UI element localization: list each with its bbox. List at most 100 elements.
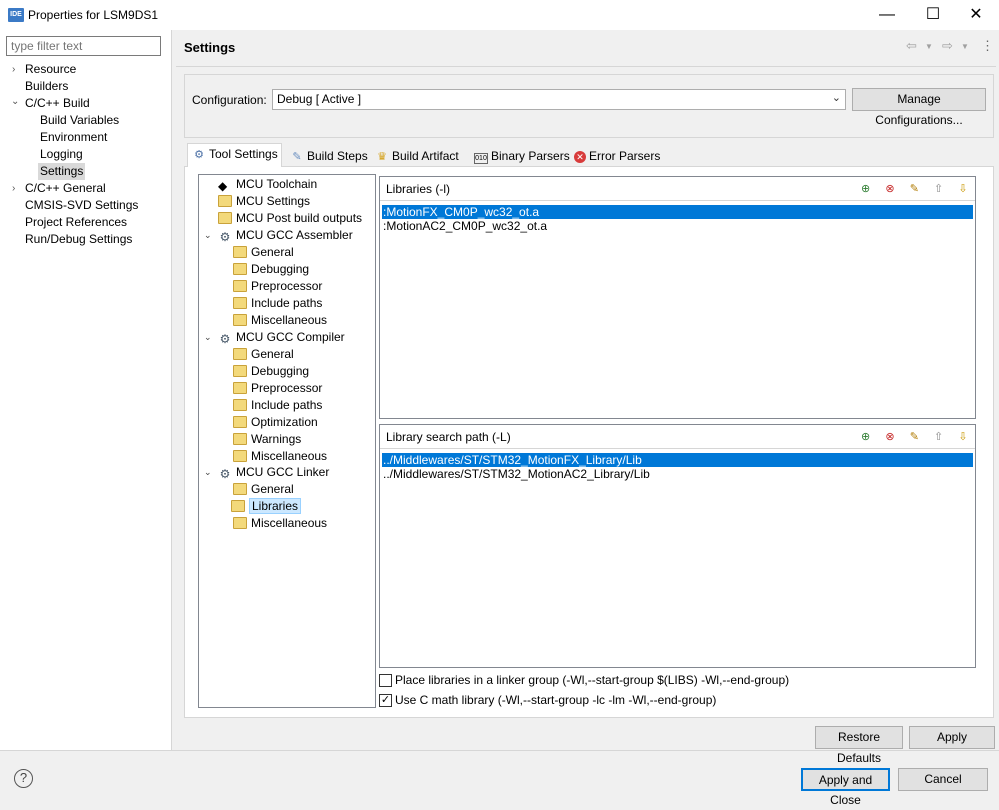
tree-item-compiler-optimization[interactable]: Optimization [233,414,318,431]
nav-item-project-references[interactable]: Project References [25,214,127,231]
tree-item-assembler-miscellaneous[interactable]: Miscellaneous [233,312,327,329]
tree-label: General [251,245,294,259]
tree-label: Libraries [249,498,302,514]
nav-item-build-variables[interactable]: Build Variables [40,112,119,129]
filter-input[interactable] [6,36,161,56]
expand-arrow-icon[interactable]: › [12,61,15,78]
nav-item-environment[interactable]: Environment [40,129,107,146]
nav-item-logging[interactable]: Logging [40,146,83,163]
tab-label: Build Artifact [392,149,459,163]
folder-icon [233,348,247,360]
c-math-checkbox[interactable]: ✓ [379,694,392,707]
tree-item-compiler-debugging[interactable]: Debugging [233,363,309,380]
edit-icon[interactable]: ✎ [906,429,922,445]
c-math-label: Use C math library (-Wl,--start-group -l… [395,693,717,707]
binary-parsers-icon: 010 [474,153,488,164]
cancel-button[interactable]: Cancel [898,768,988,791]
list-item[interactable]: :MotionAC2_CM0P_wc32_ot.a [382,219,973,233]
tree-label: General [251,482,294,496]
apply-and-close-button[interactable]: Apply and Close [801,768,890,807]
nav-item-cmsis-svd[interactable]: CMSIS-SVD Settings [25,197,138,214]
forward-icon[interactable]: ⇨ [942,38,953,54]
list-item[interactable]: ../Middlewares/ST/STM32_MotionAC2_Librar… [382,467,973,481]
close-button[interactable]: ✕ [953,0,999,30]
move-down-icon[interactable]: ⇩ [955,181,971,197]
build-steps-icon: ✎ [292,151,302,163]
restore-defaults-button[interactable]: Restore Defaults [815,726,903,765]
gear-icon: ⚙ [219,332,231,346]
tree-item-mcu-post-build[interactable]: MCU Post build outputs [218,210,362,227]
view-menu-icon[interactable]: ⋮ [981,38,994,54]
tree-label: Warnings [251,432,302,446]
nav-item-cpp-build[interactable]: C/C++ Build [25,95,90,112]
collapse-arrow-icon[interactable]: ⌄ [204,329,212,346]
move-down-icon[interactable]: ⇩ [955,429,971,445]
tab-tool-settings[interactable]: ⚙ Tool Settings [187,143,282,167]
nav-item-resource[interactable]: Resource [25,61,76,78]
tab-label: Tool Settings [209,147,278,161]
tree-item-assembler-include-paths[interactable]: Include paths [233,295,322,312]
collapse-arrow-icon[interactable]: ⌄ [11,93,19,110]
tree-label: Miscellaneous [251,313,328,327]
tree-item-mcu-gcc-compiler[interactable]: ⚙ MCU GCC Compiler [218,329,345,346]
nav-item-settings[interactable]: Settings [38,163,86,180]
list-item[interactable]: :MotionFX_CM0P_wc32_ot.a [382,205,973,219]
header-divider [176,66,996,67]
configuration-select[interactable]: Debug [ Active ] ⌄ [272,89,846,110]
tree-item-mcu-gcc-assembler[interactable]: ⚙ MCU GCC Assembler [218,227,353,244]
expand-arrow-icon[interactable]: › [12,180,15,197]
error-parsers-icon: ✕ [574,151,586,163]
tree-item-compiler-preprocessor[interactable]: Preprocessor [233,380,322,397]
tree-label: MCU GCC Assembler [236,228,353,242]
tree-item-linker-general[interactable]: General [233,481,294,498]
maximize-button[interactable]: ☐ [910,0,956,30]
forward-dropdown-icon[interactable]: ▼ [961,42,969,51]
tab-error-parsers[interactable]: ✕ Error Parsers [569,146,660,166]
list-item[interactable]: ../Middlewares/ST/STM32_MotionFX_Library… [382,453,973,467]
nav-item-builders[interactable]: Builders [25,78,68,95]
add-icon[interactable]: ⊕ [858,181,874,197]
tree-item-compiler-include-paths[interactable]: Include paths [233,397,322,414]
collapse-arrow-icon[interactable]: ⌄ [204,227,212,244]
delete-icon[interactable]: ⊗ [882,181,898,197]
tree-item-linker-libraries[interactable]: Libraries [231,498,302,515]
back-icon[interactable]: ⇦ [906,38,917,54]
nav-item-cpp-general[interactable]: C/C++ General [25,180,106,197]
linker-group-checkbox[interactable] [379,674,392,687]
add-icon[interactable]: ⊕ [858,429,874,445]
nav-item-run-debug[interactable]: Run/Debug Settings [25,231,132,248]
folder-icon [233,382,247,394]
folder-icon [233,433,247,445]
help-icon[interactable]: ? [14,769,33,788]
tool-settings-icon: ⚙ [194,149,204,161]
move-up-icon[interactable]: ⇧ [931,429,947,445]
tree-item-assembler-general[interactable]: General [233,244,294,261]
tab-build-artifact[interactable]: ♛ Build Artifact [370,146,465,166]
tree-item-mcu-gcc-linker[interactable]: ⚙ MCU GCC Linker [218,464,330,481]
manage-configurations-button[interactable]: Manage Configurations... [852,88,986,127]
tab-binary-parsers[interactable]: 010 Binary Parsers [469,146,570,166]
tree-item-compiler-general[interactable]: General [233,346,294,363]
tree-label: Include paths [251,296,323,310]
tree-label: Preprocessor [251,279,323,293]
minimize-button[interactable]: — [864,0,910,30]
tree-item-compiler-miscellaneous[interactable]: Miscellaneous [233,448,327,465]
tab-build-steps[interactable]: ✎ Build Steps [285,146,367,166]
folder-icon [233,314,247,326]
library-paths-title: Library search path (-L) [386,430,511,444]
back-dropdown-icon[interactable]: ▼ [925,42,933,51]
move-up-icon[interactable]: ⇧ [931,181,947,197]
collapse-arrow-icon[interactable]: ⌄ [204,464,212,481]
tree-item-mcu-toolchain[interactable]: ◆ MCU Toolchain [218,176,317,193]
tree-item-mcu-settings[interactable]: MCU Settings [218,193,310,210]
tree-item-assembler-preprocessor[interactable]: Preprocessor [233,278,322,295]
linker-group-label: Place libraries in a linker group (-Wl,-… [395,673,790,687]
app-icon: IDE [8,8,24,22]
edit-icon[interactable]: ✎ [906,181,922,197]
tree-item-assembler-debugging[interactable]: Debugging [233,261,309,278]
tree-item-linker-miscellaneous[interactable]: Miscellaneous [233,515,327,532]
apply-button[interactable]: Apply [909,726,995,749]
tree-item-compiler-warnings[interactable]: Warnings [233,431,301,448]
delete-icon[interactable]: ⊗ [882,429,898,445]
configuration-value: Debug [ Active ] [277,92,362,106]
